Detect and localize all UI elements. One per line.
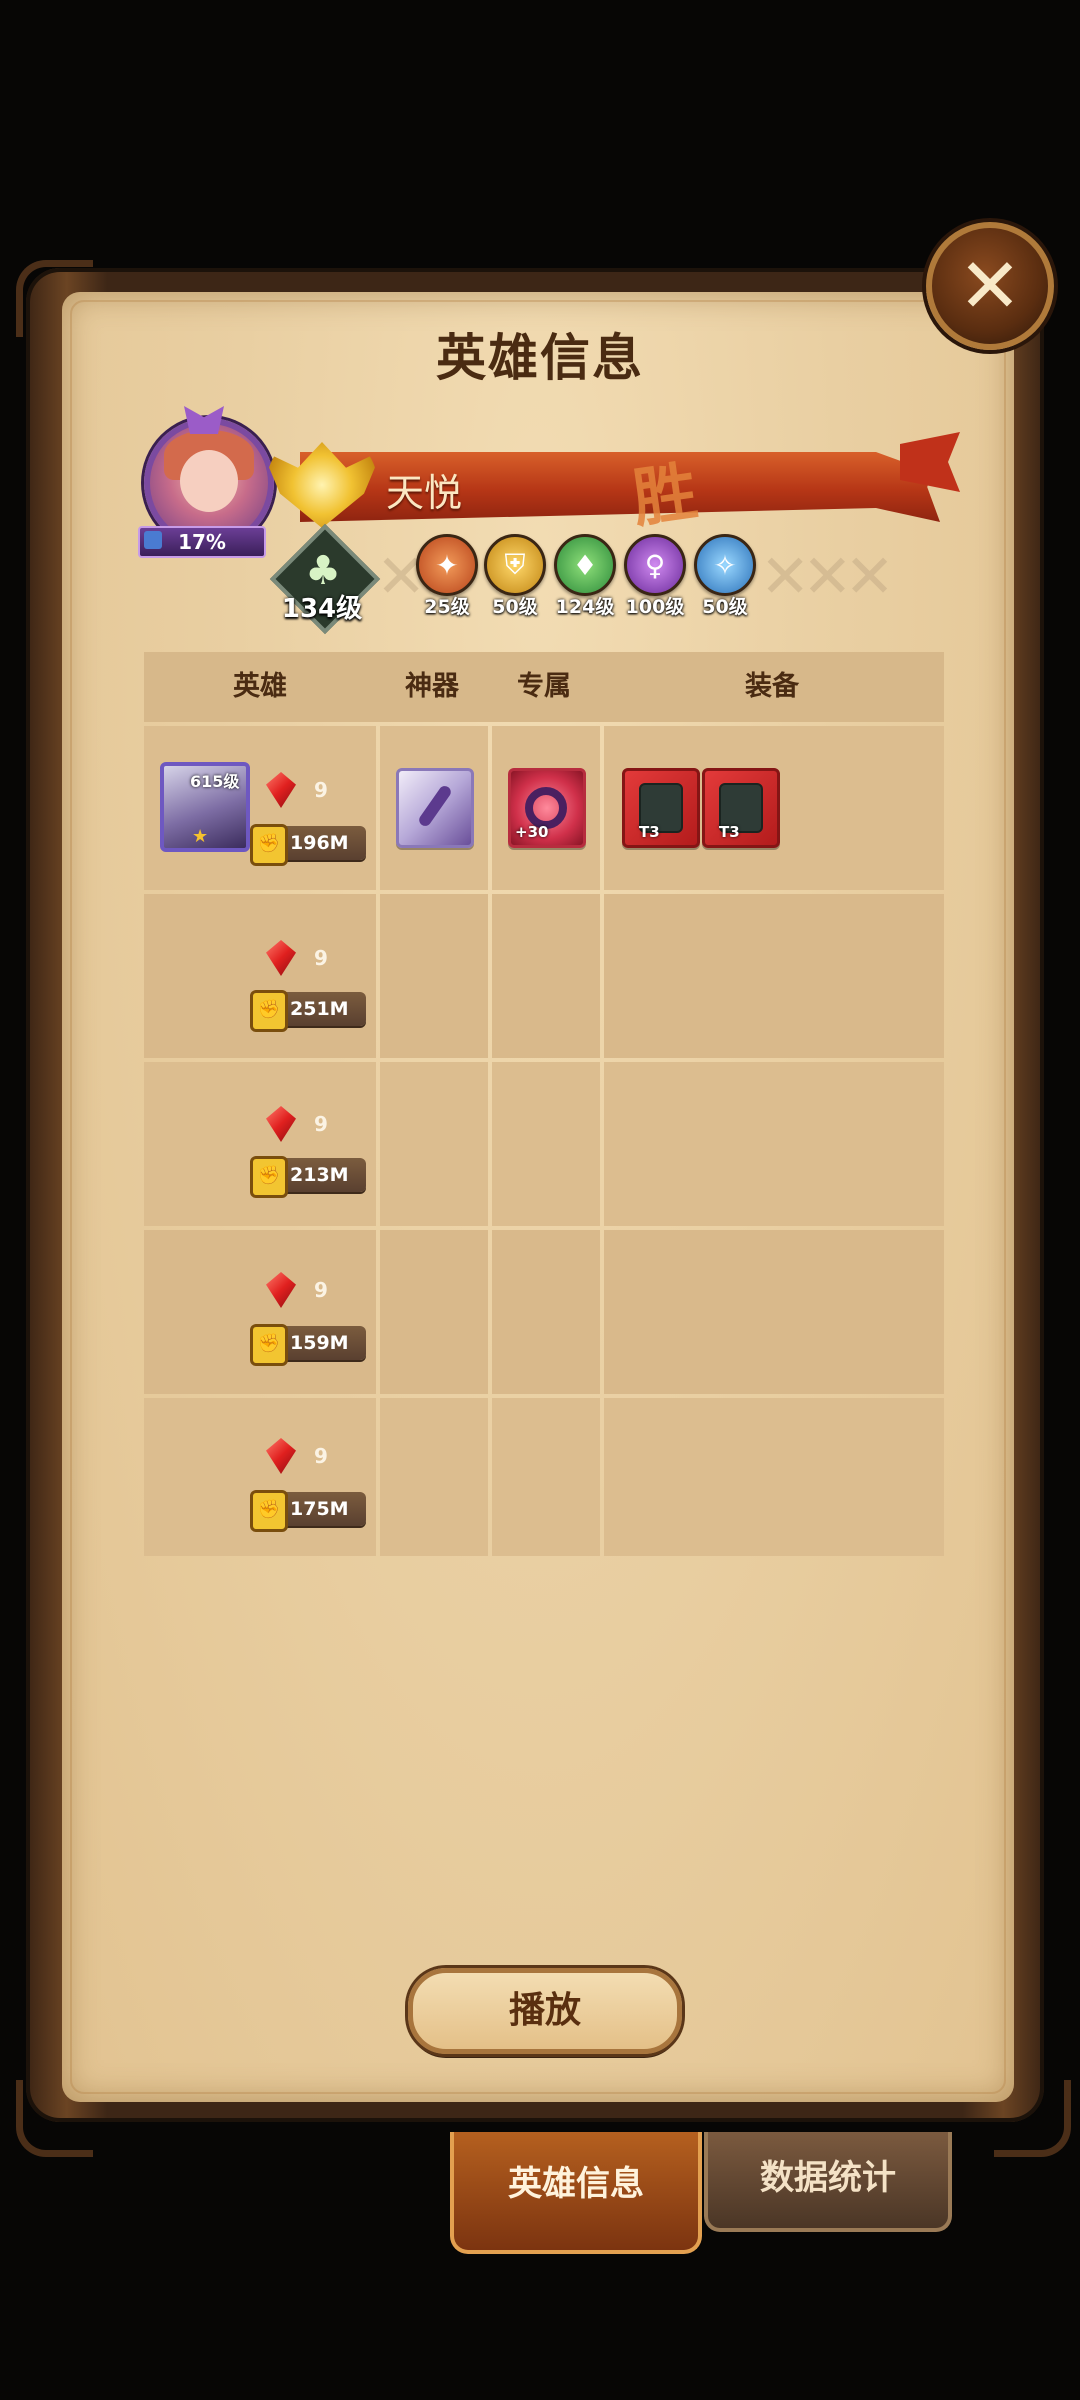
power-fist-icon: ✊ (250, 1156, 288, 1198)
table-cell (144, 1062, 376, 1226)
close-icon: ✕ (958, 241, 1022, 330)
table-cell (144, 1398, 376, 1556)
table-cell (604, 1230, 944, 1394)
table-cell (604, 1398, 944, 1556)
tab-hero-info[interactable]: 英雄信息 (450, 2132, 702, 2254)
faction-celestial: ✧ 50级 (694, 534, 756, 619)
table-cell (380, 1230, 488, 1394)
table-cell (380, 1062, 488, 1226)
faction-wilder: ♦ 124级 (554, 534, 616, 619)
panel-title: 英雄信息 (436, 329, 644, 387)
table-cell (604, 894, 944, 1058)
mauler-icon: ⛨ (484, 534, 546, 596)
exclusive-level: +30 (515, 823, 549, 841)
power-fist-icon: ✊ (250, 824, 288, 866)
table-cell (492, 1062, 600, 1226)
table-cell (144, 894, 376, 1058)
hero-level: 615级 (190, 772, 240, 791)
table-cell (380, 1398, 488, 1556)
header-hero: 英雄 (233, 671, 287, 702)
tab-statistics[interactable]: 数据统计 (704, 2132, 952, 2232)
equipment-tier: T3 (719, 823, 740, 841)
rank-icon (144, 531, 162, 549)
play-replay-button[interactable]: 播放 (408, 1968, 682, 2054)
power-fist-icon: ✊ (250, 990, 288, 1032)
header-artifact: 神器 (405, 671, 459, 702)
power-fist-icon: ✊ (250, 1490, 288, 1532)
player-name: 天悦 (386, 471, 463, 515)
faction-lightbearer: ✦ 25级 (416, 534, 478, 619)
graveborn-icon: ♀ (624, 534, 686, 596)
header-equipment: 装备 (745, 671, 799, 702)
power-fist-icon: ✊ (250, 1324, 288, 1366)
avatar-progress-text: 17% (178, 530, 226, 554)
celestial-icon: ✧ (694, 534, 756, 596)
table-cell (492, 1230, 600, 1394)
hero-stars: 9 (314, 778, 328, 802)
equipment-item[interactable]: T3 (702, 768, 780, 848)
table-cell (144, 1230, 376, 1394)
table-cell (380, 894, 488, 1058)
exclusive-item[interactable]: +30 (508, 768, 586, 848)
equipment-tier: T3 (639, 823, 660, 841)
decorative-chevrons: ✕✕✕ (760, 542, 895, 612)
star-icon: ★ (192, 826, 209, 847)
artifact-item[interactable] (396, 768, 474, 848)
header-exclusive: 专属 (517, 671, 571, 702)
faction-graveborn: ♀ 100级 (624, 534, 686, 619)
faction-mauler: ⛨ 50级 (484, 534, 546, 619)
close-button[interactable]: ✕ (926, 222, 1054, 350)
hero-stars: 9 (314, 946, 328, 970)
hero-stars: 9 (314, 1444, 328, 1468)
lightbearer-icon: ✦ (416, 534, 478, 596)
table-cell (492, 894, 600, 1058)
hero-stars: 9 (314, 1278, 328, 1302)
victory-stamp: 胜 (627, 454, 702, 538)
table-cell (604, 1062, 944, 1226)
avatar-progress-bar: 17% (138, 526, 266, 558)
hero-table-header: 英雄 神器 专属 装备 (144, 652, 944, 722)
equipment-item[interactable]: T3 (622, 768, 700, 848)
tree-level: 134级 (281, 594, 363, 624)
table-cell (492, 1398, 600, 1556)
wilder-icon: ♦ (554, 534, 616, 596)
hero-stars: 9 (314, 1112, 328, 1136)
